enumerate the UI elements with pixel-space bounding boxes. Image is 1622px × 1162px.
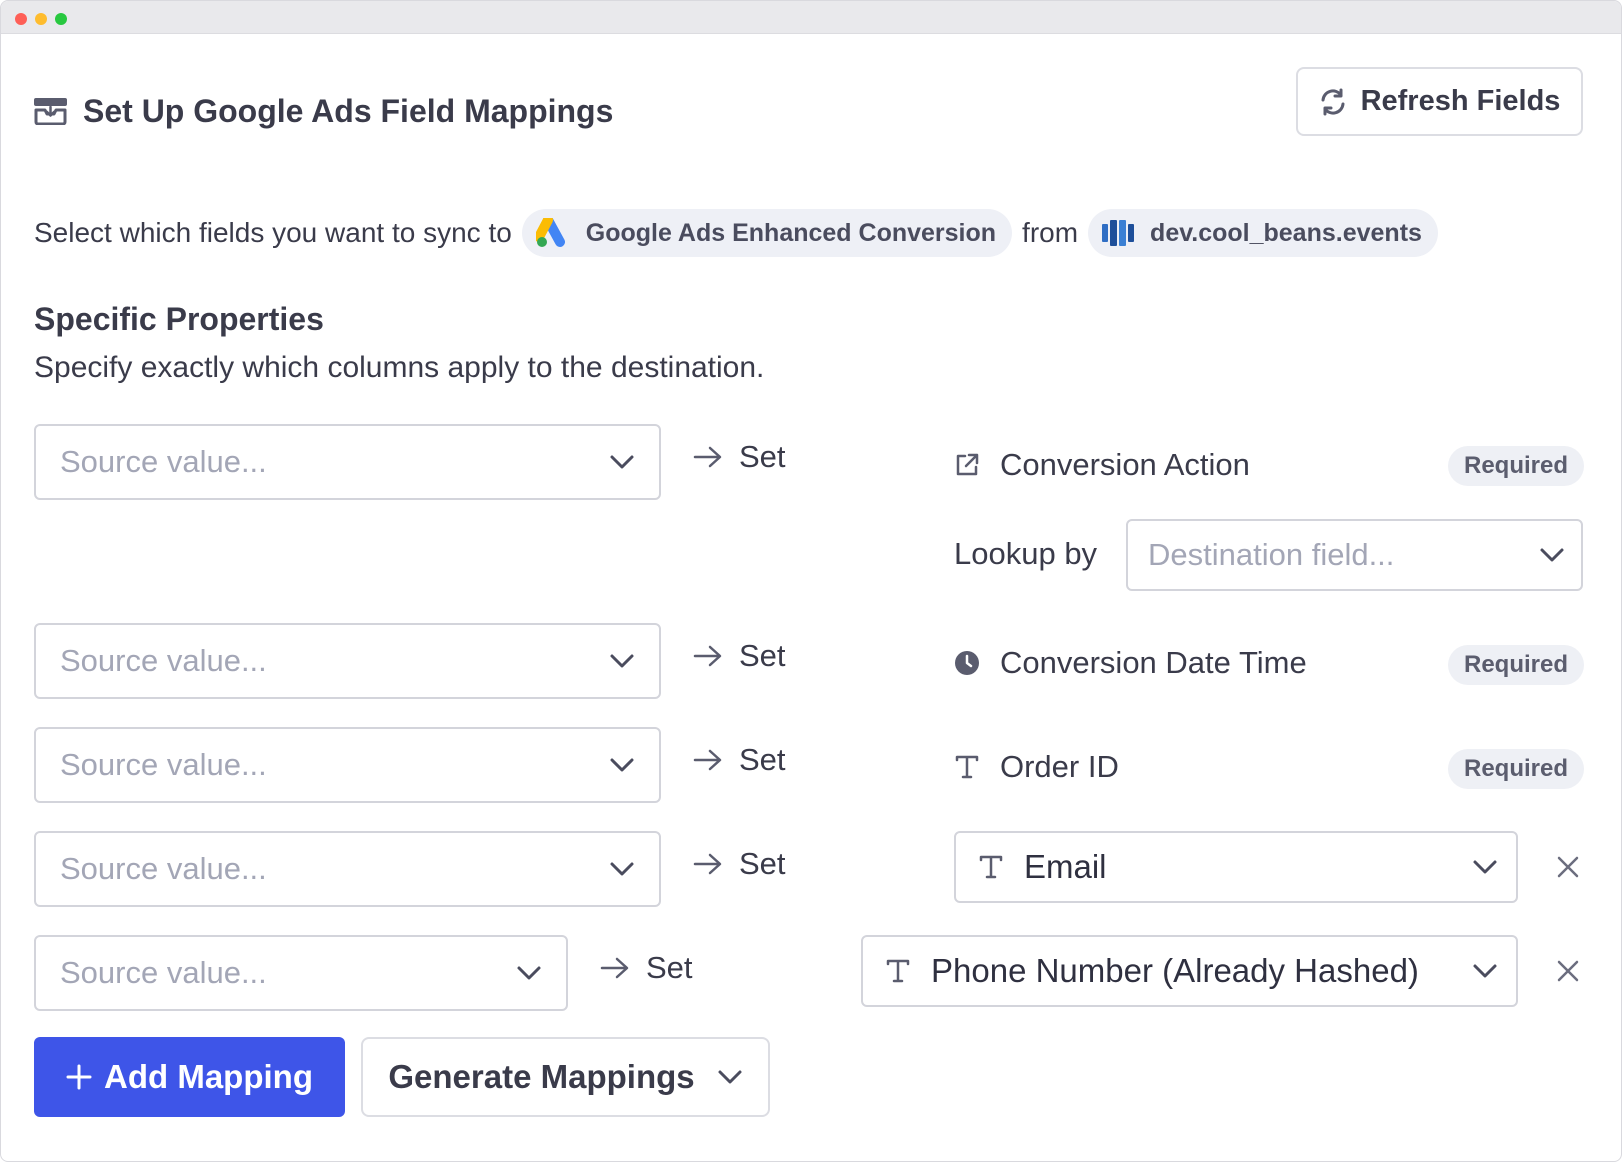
source-placeholder: Source value... [60,851,267,886]
sync-middle-text: from [1022,217,1079,248]
destination-field-value: Phone Number (Already Hashed) [885,952,1419,990]
text-type-icon [886,959,910,983]
chevron-down-icon [1540,548,1564,562]
source-placeholder: Source value... [60,747,267,782]
google-ads-logo-icon [535,218,565,247]
source-value-select[interactable]: Source value... [34,424,661,500]
source-placeholder: Source value... [60,444,267,479]
source-value-select[interactable]: Source value... [34,727,661,803]
refresh-fields-label: Refresh Fields [1360,85,1561,117]
destination-field-label: Conversion Action [954,447,1250,483]
set-arrow: Set [693,439,786,475]
database-table-icon [1102,220,1135,246]
section-title: Specific Properties [34,301,324,337]
set-arrow: Set [693,846,786,882]
chevron-down-icon [610,455,634,469]
required-badge: Required [1448,645,1585,685]
field-name: Phone Number (Already Hashed) [931,952,1419,989]
lookup-by-label: Lookup by [954,536,1098,571]
field-name: Order ID [1000,749,1119,784]
chevron-down-icon [610,862,634,876]
generate-mappings-label: Generate Mappings [388,1058,695,1095]
arrow-right-icon [693,645,722,667]
destination-name: Google Ads Enhanced Conversion [585,218,997,247]
set-arrow: Set [600,950,693,986]
source-placeholder: Source value... [60,643,267,678]
close-window-button[interactable] [15,13,27,25]
sync-prefix-text: Select which fields you want to sync to [34,217,512,248]
field-name: Email [1024,848,1107,885]
section-subtitle: Specify exactly which columns apply to t… [34,351,765,384]
source-placeholder: Source value... [60,955,267,990]
generate-mappings-button[interactable]: Generate Mappings [361,1037,770,1117]
set-label: Set [739,846,786,881]
source-value-select[interactable]: Source value... [34,935,568,1011]
set-label: Set [646,950,693,985]
remove-mapping-close-icon[interactable] [1556,855,1580,879]
set-label: Set [739,638,786,673]
destination-field-select[interactable]: Phone Number (Already Hashed) [861,935,1518,1007]
set-arrow: Set [693,742,786,778]
text-type-icon [955,755,979,779]
chevron-down-icon [610,758,634,772]
sync-description: Select which fields you want to sync to … [34,209,1438,257]
inbox-download-icon [34,98,67,125]
add-mapping-label: Add Mapping [104,1058,313,1095]
destination-placeholder: Destination field... [1148,537,1395,572]
chevron-down-icon [718,1070,742,1084]
app-window: Set Up Google Ads Field Mappings Refresh… [0,0,1622,1162]
chevron-down-icon [1473,860,1497,874]
set-label: Set [739,742,786,777]
source-value-select[interactable]: Source value... [34,623,661,699]
destination-field-value: Email [978,848,1107,886]
remove-mapping-close-icon[interactable] [1556,959,1580,983]
arrow-right-icon [693,749,722,771]
destination-pill: Google Ads Enhanced Conversion [521,209,1013,257]
chevron-down-icon [517,966,541,980]
required-badge: Required [1448,446,1585,486]
destination-field-label: Conversion Date Time [954,645,1307,681]
window-titlebar [1,1,1621,34]
destination-field-select[interactable]: Email [954,831,1518,903]
plus-icon [66,1064,92,1090]
maximize-window-button[interactable] [55,13,67,25]
chevron-down-icon [610,654,634,668]
field-name: Conversion Date Time [1000,645,1307,680]
minimize-window-button[interactable] [35,13,47,25]
page-title: Set Up Google Ads Field Mappings [83,93,614,129]
destination-field-select[interactable]: Destination field... [1126,519,1583,591]
source-name: dev.cool_beans.events [1150,218,1422,247]
field-name: Conversion Action [1000,447,1250,482]
source-value-select[interactable]: Source value... [34,831,661,907]
required-badge: Required [1448,749,1585,789]
add-mapping-button[interactable]: Add Mapping [34,1037,345,1117]
set-label: Set [739,439,786,474]
arrow-right-icon [600,957,629,979]
source-pill: dev.cool_beans.events [1088,209,1438,257]
arrow-right-icon [693,446,722,468]
destination-field-label: Order ID [954,749,1119,785]
refresh-fields-button[interactable]: Refresh Fields [1296,67,1583,136]
text-type-icon [979,855,1003,879]
set-arrow: Set [693,638,786,674]
clock-icon [955,651,979,675]
refresh-icon [1321,88,1345,115]
arrow-right-icon [693,853,722,875]
chevron-down-icon [1473,964,1497,978]
external-link-icon [956,453,979,476]
